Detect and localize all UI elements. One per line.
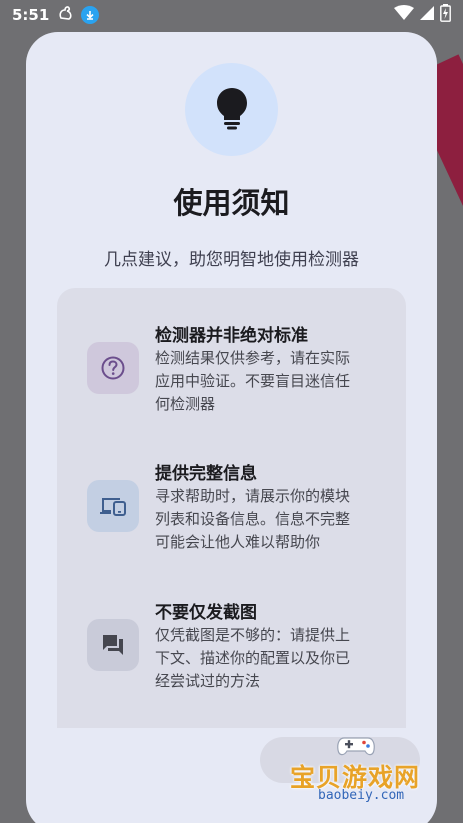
tip-description-line: 可能会让他人难以帮助你 — [155, 533, 321, 551]
watermark-url: baobeiy.com — [318, 788, 405, 803]
status-bar: 5:51 — [0, 0, 463, 30]
dialog-title: 使用须知 — [173, 186, 290, 220]
usage-notice-dialog: 使用须知 几点建议，助您明智地使用检测器 检测器并非绝对标准 检测结果仅供参考，… — [26, 32, 437, 823]
tip-title: 提供完整信息 — [155, 464, 257, 484]
tip-description-line: 检测结果仅供参考，请在实际 — [155, 349, 351, 367]
gamepad-logo-icon — [337, 737, 375, 756]
tip-description-line: 何检测器 — [155, 395, 216, 413]
chat-icon — [87, 619, 139, 671]
watermark: 宝贝游戏网 baobeiy.com — [278, 730, 438, 810]
signal-icon — [419, 5, 435, 25]
tip-description: 检测结果仅供参考，请在实际 应用中验证。不要盲目迷信任 何检测器 — [155, 347, 377, 416]
wifi-icon — [394, 5, 414, 25]
tip-title: 不要仅发截图 — [155, 603, 257, 623]
duck-icon — [57, 4, 75, 26]
tip-title: 检测器并非绝对标准 — [155, 326, 308, 346]
tip-description: 仅凭截图是不够的：请提供上 下文、描述你的配置以及你已 经尝试过的方法 — [155, 624, 377, 693]
lightbulb-icon — [215, 86, 249, 134]
tip-description-line: 列表和设备信息。信息不完整 — [155, 510, 351, 528]
battery-charging-icon — [440, 4, 451, 26]
tips-card: 检测器并非绝对标准 检测结果仅供参考，请在实际 应用中验证。不要盲目迷信任 何检… — [57, 288, 406, 728]
tip-description: 寻求帮助时，请展示你的模块 列表和设备信息。信息不完整 可能会让他人难以帮助你 — [155, 485, 377, 554]
download-icon — [81, 6, 100, 24]
devices-icon — [87, 480, 139, 532]
tip-description-line: 下文、描述你的配置以及你已 — [155, 649, 351, 667]
help-circle-icon — [87, 342, 139, 394]
status-time: 5:51 — [12, 6, 50, 24]
tip-description-line: 寻求帮助时，请展示你的模块 — [155, 487, 351, 505]
hero-icon-container — [185, 63, 278, 156]
tip-description-line: 仅凭截图是不够的：请提供上 — [155, 626, 351, 644]
tip-description-line: 应用中验证。不要盲目迷信任 — [155, 372, 351, 390]
tip-description-line: 经尝试过的方法 — [155, 672, 261, 690]
dialog-subtitle: 几点建议，助您明智地使用检测器 — [104, 250, 359, 270]
